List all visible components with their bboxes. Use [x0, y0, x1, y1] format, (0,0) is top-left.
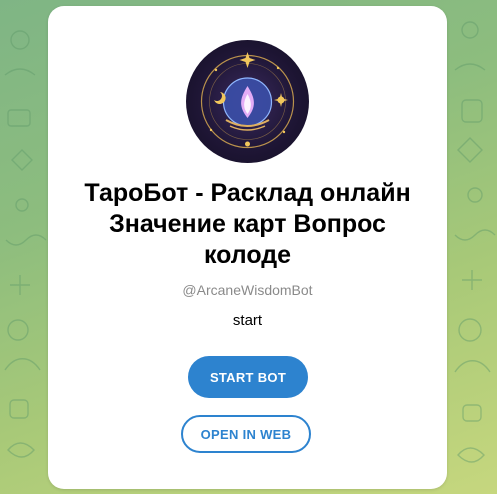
- bot-title: ТароБот - Расклад онлайн Значение карт В…: [84, 179, 411, 269]
- bot-username[interactable]: @ArcaneWisdomBot: [48, 282, 447, 298]
- open-in-web-button[interactable]: OPEN IN WEB: [181, 415, 311, 453]
- start-bot-button[interactable]: START BOT: [188, 356, 308, 398]
- bot-profile-card: ТароБот - Расклад онлайн Значение карт В…: [48, 6, 447, 489]
- bot-avatar: [186, 40, 309, 163]
- bot-description: start: [232, 312, 263, 329]
- crystal-ball-tarot-icon: [200, 52, 295, 149]
